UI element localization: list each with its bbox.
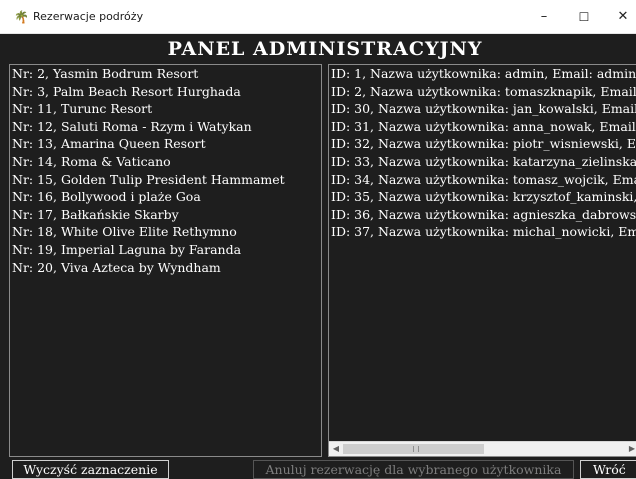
trip-list-item[interactable]: Nr: 12, Saluti Roma - Rzym i Watykan [10,118,321,136]
user-list-item[interactable]: ID: 30, Nazwa użytkownika: jan_kowalski,… [329,100,636,118]
scroll-right-arrow-icon[interactable]: ▶ [625,442,636,456]
palm-tree-icon: 🌴 [14,10,29,24]
users-list-horizontal-scrollbar[interactable]: ◀ ▶ [329,441,636,456]
user-list-item[interactable]: ID: 36, Nazwa użytkownika: agnieszka_dab… [329,206,636,224]
trip-list-item[interactable]: Nr: 19, Imperial Laguna by Faranda [10,241,321,259]
scrollbar-thumb[interactable] [343,444,484,454]
trip-list-item[interactable]: Nr: 11, Turunc Resort [10,100,321,118]
trip-list-item[interactable]: Nr: 18, White Olive Elite Rethymno [10,223,321,241]
scroll-left-arrow-icon[interactable]: ◀ [329,442,343,456]
cancel-reservation-button[interactable]: Anuluj rezerwację dla wybranego użytkown… [253,460,574,479]
window-titlebar: 🌴 Rezerwacje podróży – ☐ ✕ [0,0,636,34]
trip-list-item[interactable]: Nr: 13, Amarina Queen Resort [10,135,321,153]
back-button[interactable]: Wróć [580,460,636,479]
window-title: Rezerwacje podróży [33,10,144,23]
trip-list-item[interactable]: Nr: 3, Palm Beach Resort Hurghada [10,83,321,101]
minimize-button[interactable]: – [524,4,564,30]
user-list-item[interactable]: ID: 32, Nazwa użytkownika: piotr_wisniew… [329,135,636,153]
clear-selection-button[interactable]: Wyczyść zaznaczenie [12,460,169,479]
trip-list-item[interactable]: Nr: 14, Roma & Vaticano [10,153,321,171]
user-list-item[interactable]: ID: 2, Nazwa użytkownika: tomaszknapik, … [329,83,636,101]
maximize-button[interactable]: ☐ [564,4,604,30]
trip-list-item[interactable]: Nr: 2, Yasmin Bodrum Resort [10,65,321,83]
user-list-item[interactable]: ID: 37, Nazwa użytkownika: michal_nowick… [329,223,636,241]
user-list-item[interactable]: ID: 33, Nazwa użytkownika: katarzyna_zie… [329,153,636,171]
user-list-item[interactable]: ID: 31, Nazwa użytkownika: anna_nowak, E… [329,118,636,136]
trip-list-item[interactable]: Nr: 15, Golden Tulip President Hammamet [10,171,321,189]
trip-list-item[interactable]: Nr: 20, Viva Azteca by Wyndham [10,259,321,277]
grip-icon [413,446,419,452]
users-list[interactable]: ID: 1, Nazwa użytkownika: admin, Email: … [328,64,636,457]
user-list-item[interactable]: ID: 35, Nazwa użytkownika: krzysztof_kam… [329,188,636,206]
close-button[interactable]: ✕ [603,4,636,30]
user-list-item[interactable]: ID: 1, Nazwa użytkownika: admin, Email: … [329,65,636,83]
trip-list-item[interactable]: Nr: 17, Bałkańskie Skarby [10,206,321,224]
trips-list[interactable]: Nr: 2, Yasmin Bodrum Resort Nr: 3, Palm B… [9,64,322,457]
trip-list-item[interactable]: Nr: 16, Bollywood i plaże Goa [10,188,321,206]
user-list-item[interactable]: ID: 34, Nazwa użytkownika: tomasz_wojcik… [329,171,636,189]
page-title: PANEL ADMINISTRACYJNY [167,38,483,60]
